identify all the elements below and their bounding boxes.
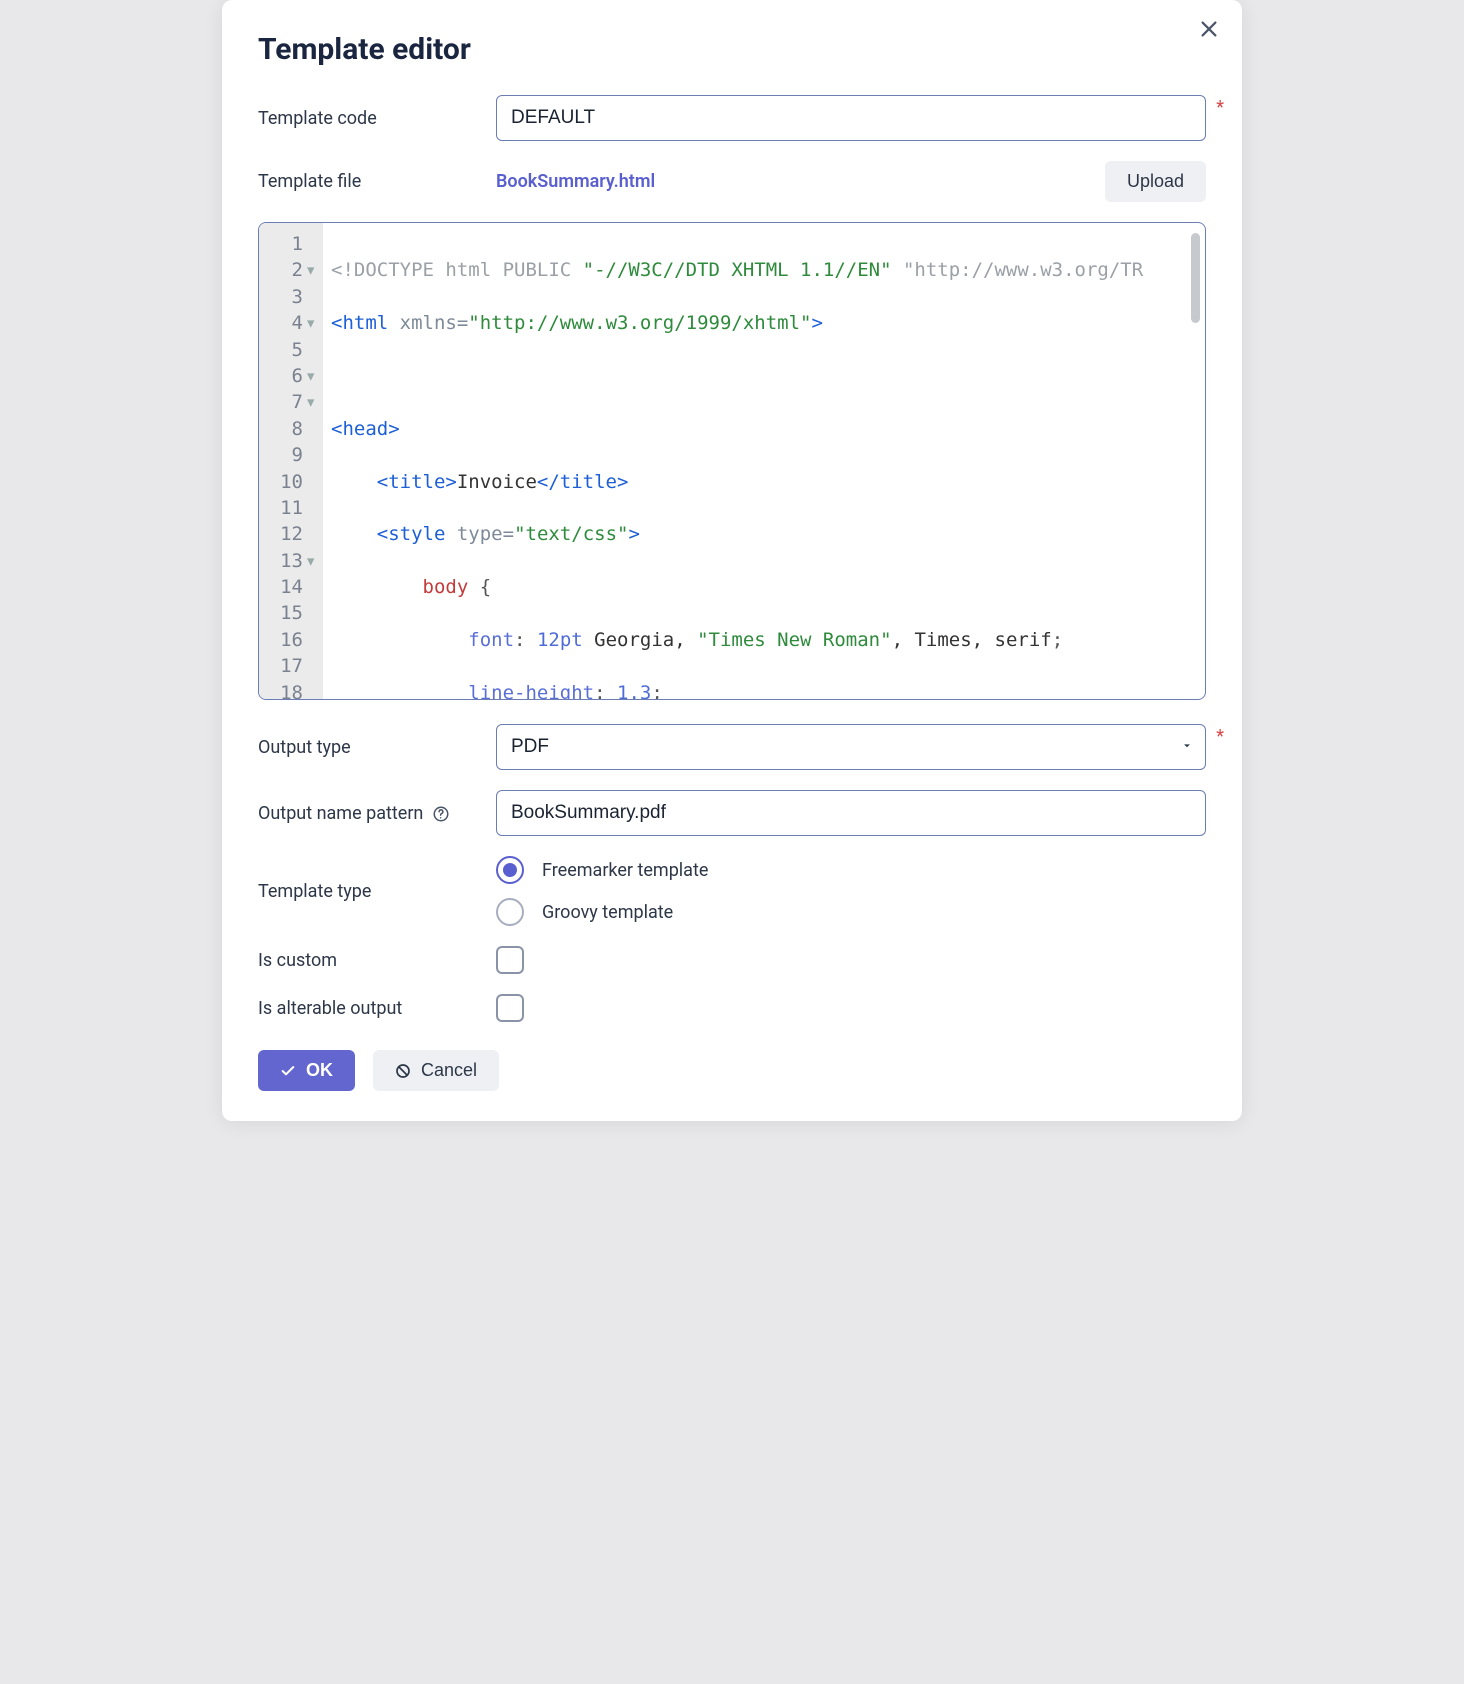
cancel-button[interactable]: Cancel <box>373 1050 499 1091</box>
help-icon[interactable] <box>432 805 450 823</box>
row-output-name-pattern: Output name pattern <box>258 790 1206 836</box>
label-output-type: Output type <box>258 737 488 758</box>
label-template-code: Template code <box>258 108 488 129</box>
row-output-type: Output type * <box>258 724 1206 770</box>
cancel-button-label: Cancel <box>421 1060 477 1081</box>
radio-icon <box>496 898 524 926</box>
code-editor[interactable]: 1 2▾3 4▾5 6▾7▾8 9 10 11 12 13▾14 15 16 1… <box>258 222 1206 700</box>
is-alterable-checkbox[interactable] <box>496 994 524 1022</box>
row-template-file: Template file BookSummary.html Upload <box>258 161 1206 202</box>
action-bar: OK Cancel <box>258 1050 1206 1091</box>
required-indicator: * <box>1216 726 1224 747</box>
template-file-link[interactable]: BookSummary.html <box>496 171 1095 192</box>
upload-button[interactable]: Upload <box>1105 161 1206 202</box>
is-custom-checkbox[interactable] <box>496 946 524 974</box>
output-type-select[interactable] <box>496 724 1206 770</box>
radio-option-freemarker[interactable]: Freemarker template <box>496 856 708 884</box>
template-editor-modal: Template editor Template code * Template… <box>222 0 1242 1121</box>
modal-title: Template editor <box>258 32 1206 67</box>
radio-option-groovy[interactable]: Groovy template <box>496 898 708 926</box>
label-is-alterable: Is alterable output <box>258 998 488 1019</box>
code-body: <!DOCTYPE html PUBLIC "-//W3C//DTD XHTML… <box>323 223 1205 700</box>
row-is-alterable: Is alterable output <box>258 994 1206 1022</box>
ok-button-label: OK <box>306 1060 333 1081</box>
check-icon <box>280 1063 296 1079</box>
label-template-type: Template type <box>258 881 488 902</box>
close-icon <box>1198 18 1220 40</box>
radio-label: Groovy template <box>542 902 673 923</box>
label-is-custom: Is custom <box>258 950 488 971</box>
close-button[interactable] <box>1198 18 1220 44</box>
row-template-type: Template type Freemarker template Groovy… <box>258 856 1206 926</box>
cancel-icon <box>395 1063 411 1079</box>
required-indicator: * <box>1216 97 1224 118</box>
output-type-value[interactable] <box>496 724 1206 770</box>
code-gutter: 1 2▾3 4▾5 6▾7▾8 9 10 11 12 13▾14 15 16 1… <box>259 223 323 699</box>
label-template-file: Template file <box>258 171 488 192</box>
row-is-custom: Is custom <box>258 946 1206 974</box>
label-output-name-pattern: Output name pattern <box>258 803 488 824</box>
row-template-code: Template code * <box>258 95 1206 141</box>
ok-button[interactable]: OK <box>258 1050 355 1091</box>
output-name-pattern-input[interactable] <box>496 790 1206 836</box>
radio-label: Freemarker template <box>542 860 708 881</box>
radio-icon <box>496 856 524 884</box>
scrollbar-thumb[interactable] <box>1191 233 1200 323</box>
template-code-input[interactable] <box>496 95 1206 141</box>
